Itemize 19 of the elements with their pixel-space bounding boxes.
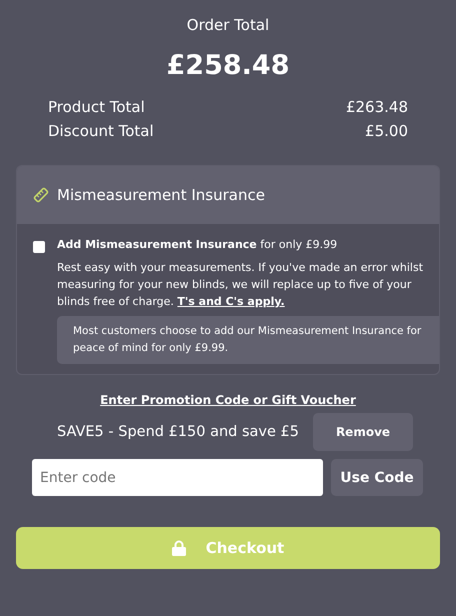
insurance-title: Mismeasurement Insurance — [57, 186, 265, 204]
total-value: £263.48 — [346, 97, 408, 118]
total-label: Discount Total — [48, 121, 154, 142]
remove-button[interactable]: Remove — [312, 413, 413, 451]
ruler-icon — [33, 187, 49, 203]
total-value: £5.00 — [365, 121, 408, 142]
promotion-code-link[interactable]: Enter Promotion Code or Gift Voucher — [100, 393, 356, 407]
insurance-description: Rest easy with your measurements. If you've made an error whilst measuring for your new blinds, we will replace up to five of your blinds free of charge. T's and C's apply. — [57, 260, 424, 310]
insurance-note: Most customers choose to add our Mismeasurement Insurance for peace of mind for only £9.99. — [57, 316, 439, 364]
total-label: Product Total — [48, 97, 145, 118]
insurance-option-label: Add Mismeasurement Insurance for only £9.99 — [57, 238, 338, 251]
order-total-amount: £258.48 — [166, 50, 290, 81]
terms-link[interactable]: T's and C's apply. — [177, 295, 285, 308]
use-code-button[interactable]: Use Code — [331, 459, 423, 496]
insurance-checkbox[interactable] — [33, 241, 45, 253]
applied-promo-code: SAVE5 - Spend £150 and save £5 — [57, 424, 299, 440]
order-total-title: Order Total — [186, 16, 270, 34]
promo-code-field[interactable]: Enter code — [32, 459, 323, 496]
lock-icon — [172, 540, 186, 556]
